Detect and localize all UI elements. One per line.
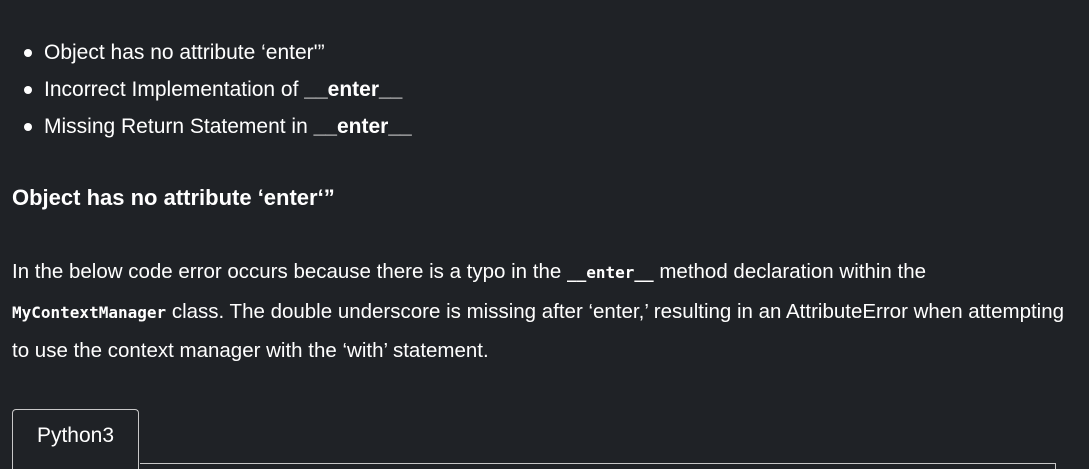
toc-item-code[interactable]: __enter__ (314, 115, 412, 138)
toc-item[interactable]: Object has no attribute ‘enter'” (20, 36, 412, 73)
paragraph-text: In the below code error occurs because t… (12, 260, 567, 283)
bullet-icon (24, 49, 32, 57)
section-paragraph: In the below code error occurs because t… (12, 253, 1072, 371)
bullet-icon (24, 86, 32, 94)
section-heading: Object has no attribute ‘enter‘” (12, 185, 335, 210)
tab-python3[interactable]: Python3 (12, 409, 139, 469)
code-block-border (1055, 463, 1056, 469)
paragraph-text: class. The double underscore is missing … (12, 299, 1065, 363)
bullet-icon (24, 123, 32, 131)
toc-item-code[interactable]: __enter__ (304, 78, 402, 101)
paragraph-text: method declaration within the (653, 260, 927, 283)
toc-item[interactable]: Incorrect Implementation of __enter__ (20, 73, 412, 110)
inline-code: __enter__ (566, 263, 654, 282)
toc-item[interactable]: Missing Return Statement in __enter__ (20, 110, 412, 147)
toc-item-text[interactable]: Missing Return Statement in (44, 115, 314, 138)
code-tabs-divider (140, 463, 1055, 464)
toc-item-text[interactable]: Object has no attribute ‘enter'” (44, 41, 325, 64)
inline-code: MyContextManager (12, 302, 167, 322)
toc-item-text[interactable]: Incorrect Implementation of (44, 78, 304, 101)
article-body: Object has no attribute ‘enter'” Incorre… (0, 0, 1089, 469)
table-of-contents: Object has no attribute ‘enter'” Incorre… (20, 36, 412, 147)
